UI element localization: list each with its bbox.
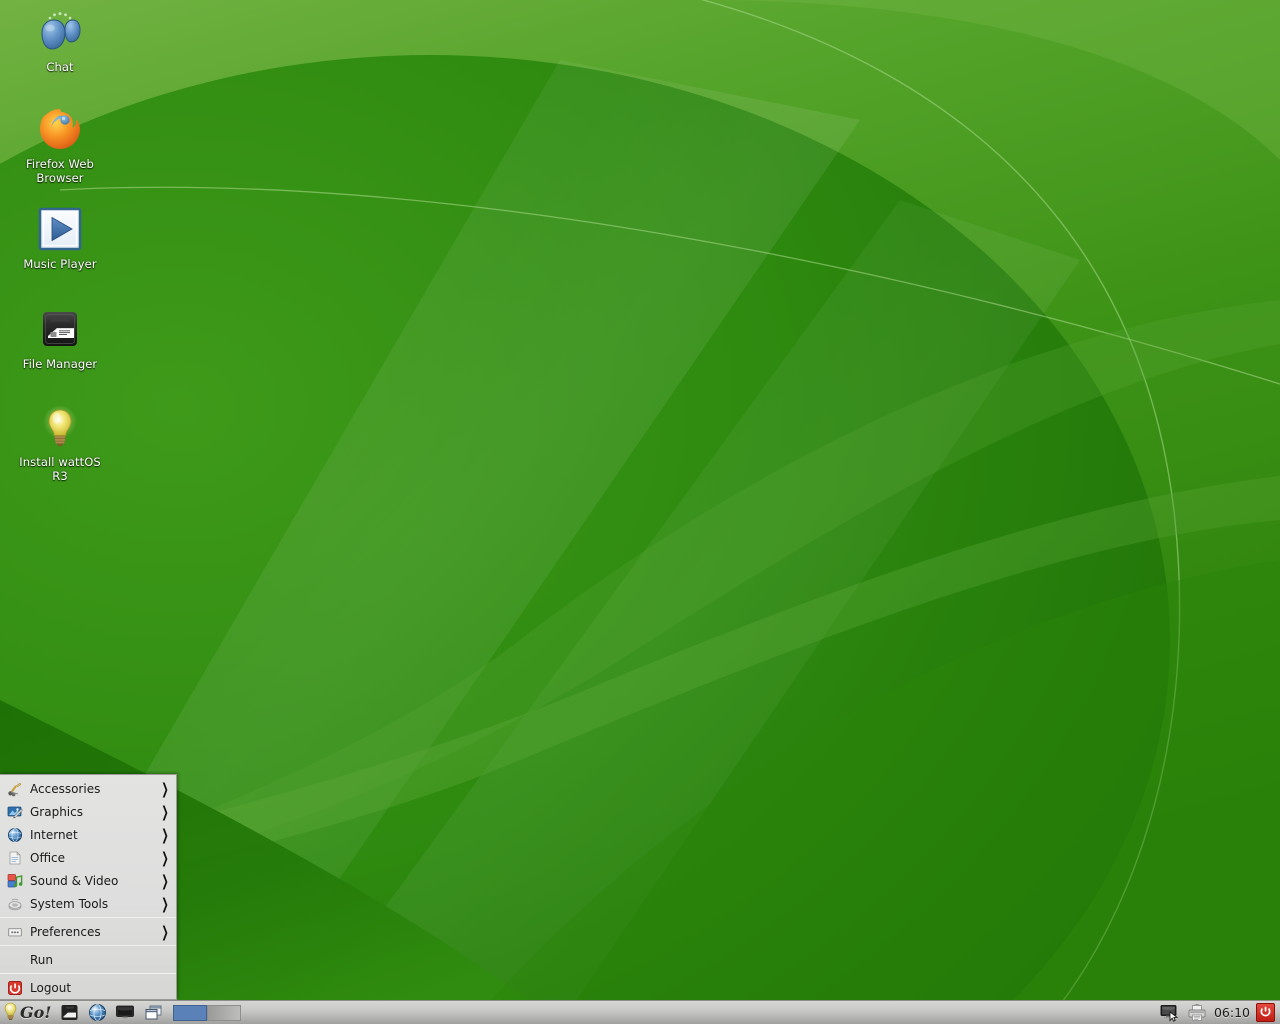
taskbar-launcher-terminal[interactable]	[111, 1002, 139, 1024]
desktop-icon-label: Firefox Web Browser	[26, 157, 94, 185]
preferences-icon	[7, 924, 23, 940]
menu-item-run[interactable]: Run	[0, 948, 176, 971]
printer-icon[interactable]	[1186, 1003, 1208, 1023]
menu-item-label: Graphics	[30, 804, 83, 819]
desktop-icon-music-player[interactable]: Music Player	[8, 205, 112, 271]
menu-separator	[0, 917, 176, 918]
chevron-right-icon: ❯	[161, 779, 169, 798]
chevron-right-icon: ❯	[161, 922, 169, 941]
menu-item-label: Accessories	[30, 781, 101, 796]
desktop-icon-chat[interactable]: Chat	[8, 8, 112, 74]
menu-item-label: Run	[30, 952, 54, 967]
globe-icon	[86, 1002, 108, 1024]
taskbar-launcher-show-desktop[interactable]	[139, 1002, 167, 1024]
chat-bubbles-icon	[36, 8, 84, 56]
clock[interactable]: 06:10	[1208, 1005, 1256, 1020]
shutdown-button[interactable]	[1256, 1003, 1275, 1022]
accessories-icon	[7, 781, 23, 797]
media-play-icon	[36, 205, 84, 253]
menu-separator	[0, 973, 176, 974]
chevron-right-icon: ❯	[161, 894, 169, 913]
taskbar-launcher-file-manager[interactable]	[55, 1002, 83, 1024]
menu-item-graphics[interactable]: Graphics ❯	[0, 800, 176, 823]
menu-item-system-tools[interactable]: System Tools ❯	[0, 892, 176, 915]
menu-item-label: Office	[30, 850, 66, 865]
window-list[interactable]	[241, 1001, 1160, 1024]
menu-item-label: System Tools	[30, 896, 109, 911]
monitor-icon	[114, 1002, 136, 1024]
start-menu-label: Go!	[20, 1002, 52, 1022]
file-cabinet-icon	[36, 305, 84, 353]
monitor-pointer-icon[interactable]	[1160, 1003, 1182, 1023]
menu-item-label: Preferences	[30, 924, 101, 939]
desktop-icon-label: Chat	[46, 60, 74, 74]
menu-item-preferences[interactable]: Preferences ❯	[0, 920, 176, 943]
taskbar-launcher-web-browser[interactable]	[83, 1002, 111, 1024]
workspace-2[interactable]	[207, 1004, 242, 1021]
menu-item-sound-video[interactable]: Sound & Video ❯	[0, 869, 176, 892]
desktop-icon-file-manager[interactable]: File Manager	[8, 305, 112, 371]
menu-item-accessories[interactable]: Accessories ❯	[0, 777, 176, 800]
start-menu-button[interactable]: Go!	[0, 1002, 55, 1024]
main-menu-popup[interactable]: Accessories ❯ Graphics ❯ Internet ❯ Offi…	[0, 774, 177, 1000]
menu-item-office[interactable]: Office ❯	[0, 846, 176, 869]
file-cabinet-icon	[58, 1002, 80, 1024]
chevron-right-icon: ❯	[161, 825, 169, 844]
menu-item-logout[interactable]: Logout	[0, 976, 176, 999]
workspace-pager[interactable]	[173, 1004, 242, 1022]
system-tools-icon	[7, 896, 23, 912]
logout-power-icon	[7, 980, 23, 996]
chevron-right-icon: ❯	[161, 848, 169, 867]
chevron-right-icon: ❯	[161, 802, 169, 821]
desktop-icon-label: File Manager	[22, 357, 98, 371]
desktop-icon-label: Music Player	[23, 257, 97, 271]
taskbar-left-section: Go!	[0, 1001, 242, 1024]
menu-item-label: Logout	[30, 980, 72, 995]
taskbar[interactable]: Go! 06:10	[0, 1000, 1280, 1024]
firefox-icon	[36, 105, 84, 153]
taskbar-right-section: 06:10	[1160, 1001, 1280, 1024]
office-icon	[7, 850, 23, 866]
power-icon	[1259, 1003, 1272, 1022]
desktop[interactable]: Chat Firefox Web Browser Music Player Fi…	[0, 0, 1280, 1024]
lightbulb-icon	[2, 1001, 19, 1024]
lightbulb-icon	[36, 403, 84, 451]
menu-item-internet[interactable]: Internet ❯	[0, 823, 176, 846]
desktop-icon-install-wattos[interactable]: Install wattOS R3	[8, 403, 112, 483]
menu-separator	[0, 945, 176, 946]
menu-item-label: Sound & Video	[30, 873, 119, 888]
desktop-icon-firefox[interactable]: Firefox Web Browser	[8, 105, 112, 185]
globe-icon	[7, 827, 23, 843]
windows-icon	[142, 1002, 164, 1024]
desktop-icon-label: Install wattOS R3	[19, 455, 101, 483]
desktop-wallpaper	[0, 0, 1280, 1024]
menu-item-label: Internet	[30, 827, 78, 842]
workspace-1[interactable]	[173, 1004, 208, 1021]
graphics-icon	[7, 804, 23, 820]
chevron-right-icon: ❯	[161, 871, 169, 890]
sound-video-icon	[7, 873, 23, 889]
system-tray	[1160, 1001, 1208, 1024]
